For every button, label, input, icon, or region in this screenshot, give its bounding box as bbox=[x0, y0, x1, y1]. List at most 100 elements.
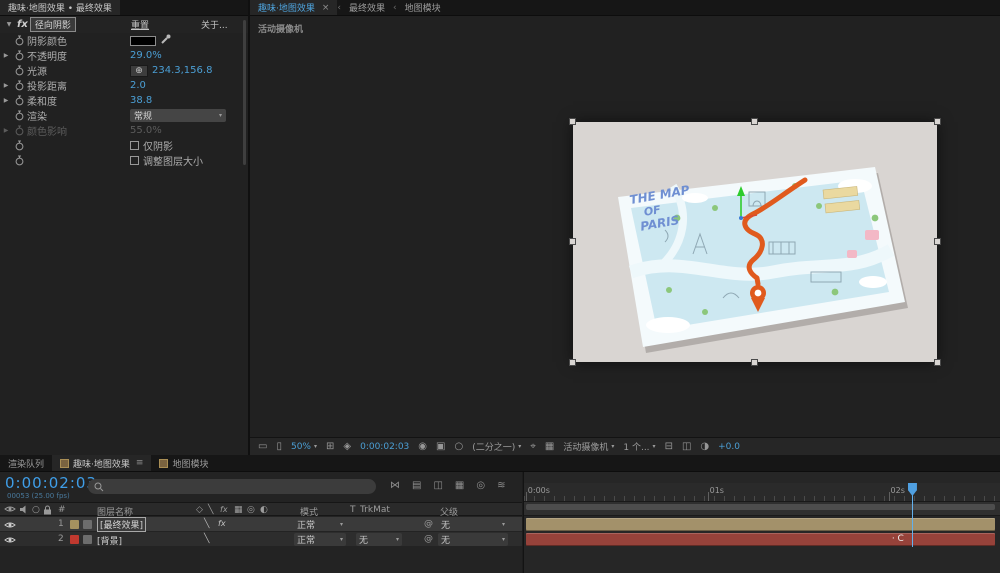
label-color-chip[interactable] bbox=[70, 535, 79, 544]
mode-select[interactable]: 正常 ▾ bbox=[294, 518, 346, 531]
trkmat-select[interactable]: 无 ▾ bbox=[356, 533, 402, 546]
search-field[interactable] bbox=[88, 479, 376, 494]
resolution-select[interactable]: (二分之一) ▾ bbox=[472, 440, 521, 453]
draft-3d-icon[interactable]: ▤ bbox=[412, 480, 421, 491]
stopwatch-icon[interactable] bbox=[12, 125, 27, 136]
selection-handle[interactable] bbox=[569, 238, 576, 245]
mini-flowchart-icon[interactable]: ⋈ bbox=[390, 480, 400, 491]
exposure-value[interactable]: +0.0 bbox=[718, 442, 740, 452]
parent-select[interactable]: 无 ▾ bbox=[438, 518, 508, 531]
crosshair-icon[interactable]: ⊕ bbox=[130, 64, 148, 77]
reset-button[interactable]: 重置 bbox=[131, 18, 149, 31]
mask-toggle-icon[interactable]: ◈ bbox=[343, 441, 351, 452]
close-icon[interactable]: × bbox=[322, 3, 330, 13]
expand-icon[interactable]: ▶ bbox=[0, 52, 12, 59]
tab-comp-viewer-main[interactable]: 趣味·地图效果 × bbox=[250, 0, 338, 15]
pickwhip-icon[interactable]: @ bbox=[424, 519, 433, 529]
show-snapshot-icon[interactable]: ▣ bbox=[436, 441, 445, 452]
stopwatch-icon[interactable] bbox=[12, 155, 27, 166]
work-area-bar[interactable] bbox=[524, 502, 1000, 516]
search-input[interactable] bbox=[108, 481, 370, 492]
current-time-display[interactable]: 0:00:02:03 bbox=[5, 474, 97, 492]
property-value[interactable]: 2.0 bbox=[130, 80, 146, 91]
monitor-icon[interactable]: ▭ bbox=[258, 441, 267, 452]
eye-icon[interactable] bbox=[4, 505, 16, 516]
stopwatch-icon[interactable] bbox=[12, 110, 27, 121]
view-count-select[interactable]: 1 个... ▾ bbox=[623, 440, 655, 453]
expand-icon[interactable]: ▶ bbox=[0, 127, 12, 134]
time-ruler[interactable]: 0:00s 01s 02s bbox=[524, 483, 1000, 502]
motion-blur-icon[interactable]: ◎ bbox=[476, 480, 485, 491]
scrollbar[interactable] bbox=[243, 20, 246, 165]
color-swatch[interactable] bbox=[130, 35, 156, 46]
resize-layer-checkbox[interactable] bbox=[130, 156, 139, 165]
collapse-effect-icon[interactable]: ▼ bbox=[3, 21, 15, 28]
current-time-indicator[interactable] bbox=[907, 483, 917, 547]
channels-icon[interactable]: ○ bbox=[454, 441, 463, 452]
exposure-icon[interactable]: ◑ bbox=[700, 441, 709, 452]
region-of-interest-icon[interactable]: ⌖ bbox=[530, 441, 536, 452]
layer-bar-1[interactable] bbox=[526, 518, 995, 531]
layer-row[interactable]: 1 [最终效果] ╲ fx 正常 ▾ @ 无 ▾ bbox=[0, 517, 522, 532]
stopwatch-icon[interactable] bbox=[12, 95, 27, 106]
layer-bar-2[interactable]: C bbox=[526, 533, 995, 546]
grid-guides-icon[interactable]: ⊞ bbox=[326, 441, 334, 452]
expand-icon[interactable]: ▶ bbox=[0, 97, 12, 104]
parent-select[interactable]: 无 ▾ bbox=[438, 533, 508, 546]
property-value[interactable]: 234.3,156.8 bbox=[152, 65, 212, 76]
selection-handle[interactable] bbox=[934, 118, 941, 125]
selection-handle[interactable] bbox=[751, 118, 758, 125]
eyedropper-icon[interactable] bbox=[160, 34, 172, 48]
composition-viewer[interactable]: 活动摄像机 THE MAP OF PARIS bbox=[250, 16, 1000, 437]
snapshot-icon[interactable]: ◉ bbox=[418, 441, 427, 452]
pickwhip-icon[interactable]: @ bbox=[424, 534, 433, 544]
audio-icon[interactable] bbox=[19, 505, 28, 517]
eye-icon[interactable] bbox=[4, 536, 16, 547]
stopwatch-icon[interactable] bbox=[12, 50, 27, 61]
viewer-timecode[interactable]: 0:00:02:03 bbox=[360, 442, 409, 452]
tab-comp-viewer-final[interactable]: 最终效果 bbox=[341, 0, 393, 15]
transparency-grid-icon[interactable]: ▦ bbox=[545, 441, 554, 452]
property-value[interactable]: 38.8 bbox=[130, 95, 152, 106]
expand-icon[interactable]: ▶ bbox=[0, 82, 12, 89]
column-trkmat[interactable]: TrkMat bbox=[360, 505, 390, 515]
selection-handle[interactable] bbox=[934, 359, 941, 366]
selection-handle[interactable] bbox=[751, 359, 758, 366]
shadow-only-checkbox[interactable] bbox=[130, 141, 139, 150]
render-select[interactable]: 常规 ▾ bbox=[130, 109, 226, 122]
zoom-select[interactable]: 50% ▾ bbox=[291, 442, 317, 452]
effect-name[interactable]: 径向阴影 bbox=[29, 17, 76, 32]
quality-icon[interactable]: ╲ bbox=[204, 519, 209, 529]
stopwatch-icon[interactable] bbox=[12, 35, 27, 46]
selection-handle[interactable] bbox=[569, 359, 576, 366]
tab-comp-viewer-module[interactable]: 地图模块 bbox=[397, 0, 449, 15]
camera-select[interactable]: 活动摄像机 ▾ bbox=[563, 440, 614, 453]
selection-handle[interactable] bbox=[934, 238, 941, 245]
eye-icon[interactable] bbox=[4, 521, 16, 532]
view-layout-icon[interactable]: ⊟ bbox=[665, 441, 673, 452]
stopwatch-icon[interactable] bbox=[12, 80, 27, 91]
composition-canvas[interactable]: THE MAP OF PARIS bbox=[569, 118, 941, 366]
graph-editor-icon[interactable]: ≋ bbox=[497, 480, 505, 491]
frame-blend-icon[interactable]: ▦ bbox=[455, 480, 464, 491]
tab-effect-controls[interactable]: 趣味·地图效果 • 最终效果 bbox=[0, 0, 120, 15]
layer-name[interactable]: [背景] bbox=[97, 534, 122, 547]
panel-menu-icon[interactable]: ≡ bbox=[136, 458, 144, 468]
tab-render-queue[interactable]: 渲染队列 bbox=[0, 455, 52, 471]
fx-icon[interactable]: fx bbox=[218, 519, 226, 528]
layer-marker[interactable]: C bbox=[892, 534, 904, 544]
mode-select[interactable]: 正常 ▾ bbox=[294, 533, 346, 546]
selection-handle[interactable] bbox=[569, 118, 576, 125]
shy-icon[interactable]: ◫ bbox=[433, 480, 442, 491]
layer-name[interactable]: [最终效果] bbox=[97, 517, 147, 532]
pixel-aspect-icon[interactable]: ◫ bbox=[682, 441, 691, 452]
tab-timeline-main[interactable]: 趣味·地图效果 ≡ bbox=[52, 455, 152, 471]
solo-icon[interactable]: ○ bbox=[32, 505, 40, 515]
label-color-chip[interactable] bbox=[70, 520, 79, 529]
about-button[interactable]: 关于... bbox=[201, 18, 228, 31]
property-value[interactable]: 29.0% bbox=[130, 50, 162, 61]
stopwatch-icon[interactable] bbox=[12, 65, 27, 76]
second-monitor-icon[interactable]: ▯ bbox=[276, 441, 282, 452]
stopwatch-icon[interactable] bbox=[12, 140, 27, 151]
tab-timeline-module[interactable]: 地图模块 bbox=[151, 455, 216, 471]
